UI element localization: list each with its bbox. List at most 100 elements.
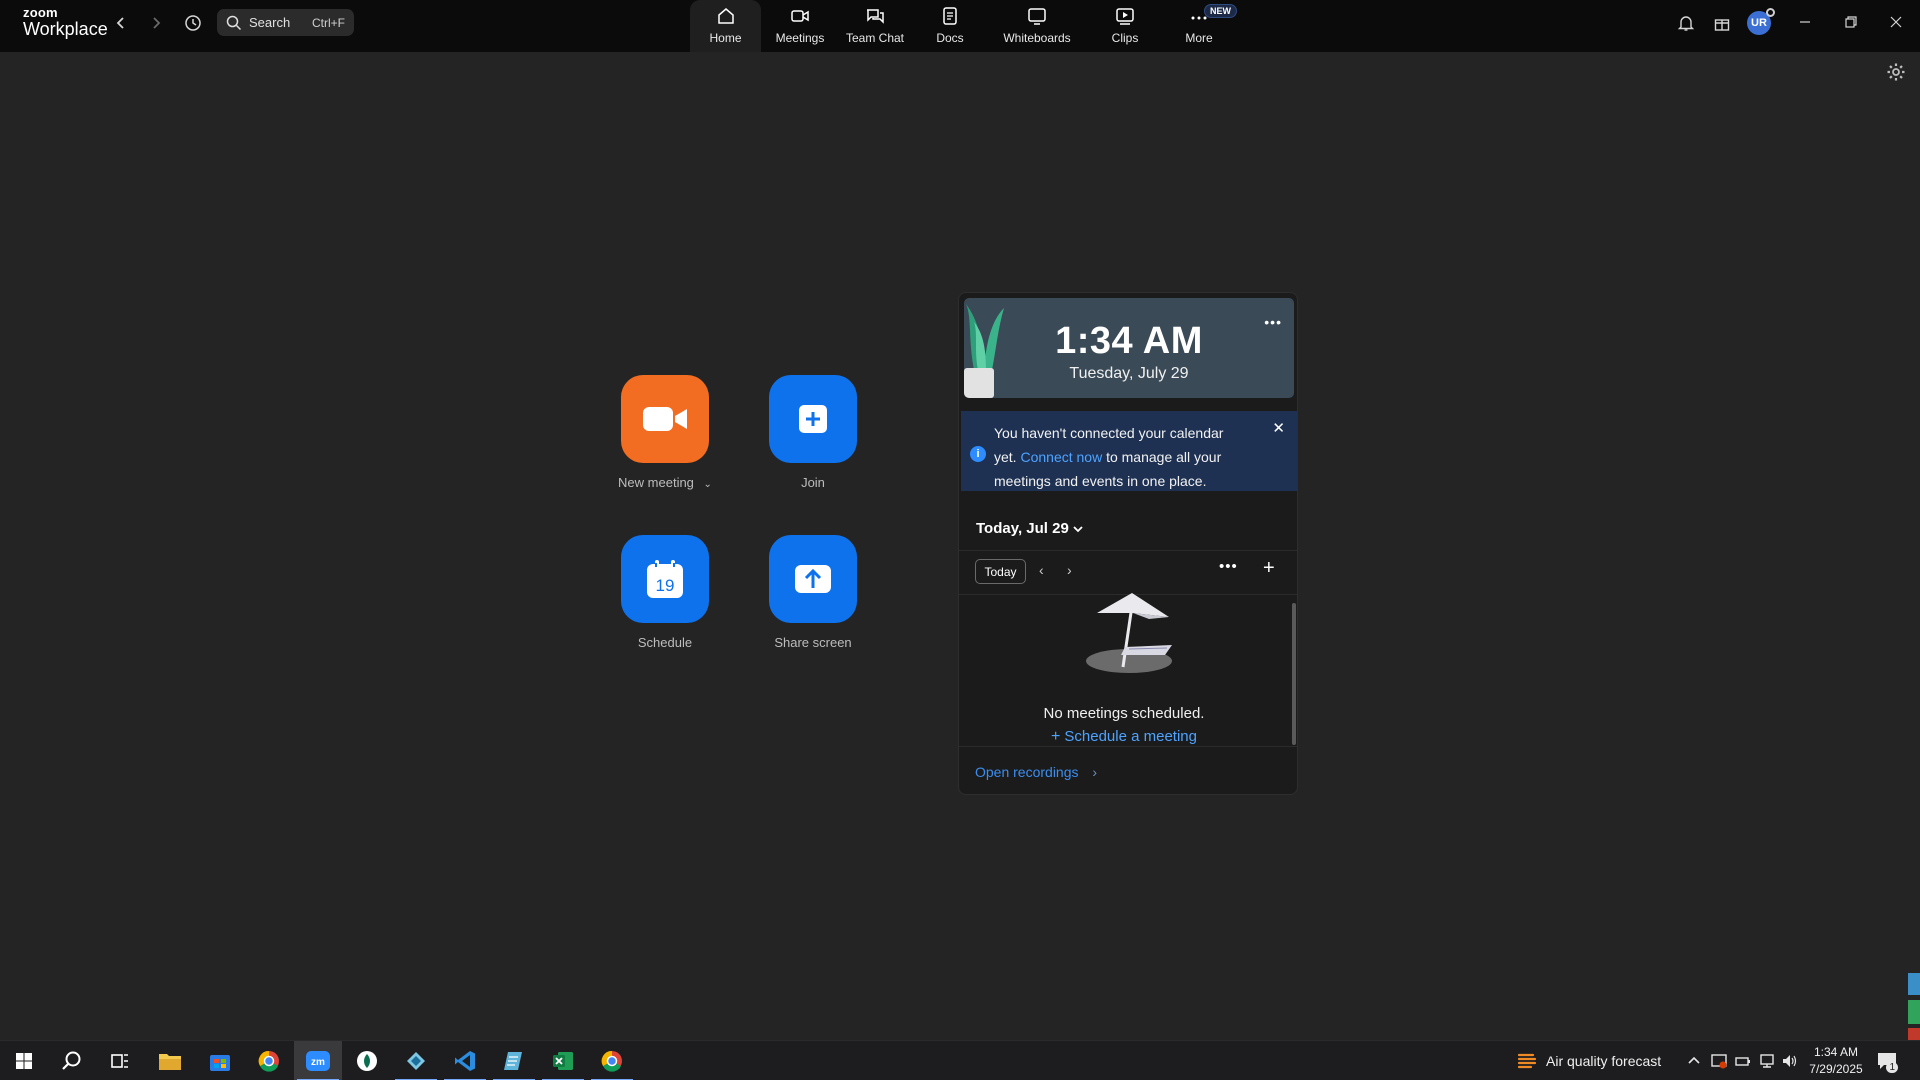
- zoom-taskbar-app[interactable]: zm: [294, 1041, 342, 1080]
- start-button[interactable]: [0, 1041, 48, 1080]
- search-icon: [62, 1051, 81, 1070]
- new-meeting-button[interactable]: [621, 375, 709, 463]
- store-icon: [210, 1055, 230, 1071]
- schedule-button[interactable]: 19: [621, 535, 709, 623]
- tab-clips[interactable]: Clips: [1100, 0, 1150, 52]
- zoom-workplace-logo: zoom Workplace: [23, 5, 108, 39]
- chevron-down-icon[interactable]: ⌄: [704, 479, 712, 490]
- tab-home[interactable]: Home: [690, 0, 761, 52]
- chevron-left-icon[interactable]: ‹: [1039, 562, 1044, 578]
- video-camera-icon: [791, 10, 809, 22]
- chevron-right-icon[interactable]: ›: [1067, 562, 1072, 578]
- diamond-app-icon: [407, 1052, 425, 1070]
- close-button[interactable]: [1876, 10, 1916, 34]
- search-input[interactable]: Search Ctrl+F: [217, 9, 354, 36]
- windows-taskbar: zm Air quality forecast 1:34 AM 7/29/202…: [0, 1040, 1920, 1080]
- network-icon[interactable]: [1758, 1052, 1776, 1070]
- battery-icon[interactable]: [1734, 1052, 1752, 1070]
- tab-whiteboards[interactable]: Whiteboards: [997, 0, 1077, 52]
- today-button[interactable]: Today: [975, 559, 1026, 584]
- day-selector[interactable]: Today, Jul 29: [959, 505, 1297, 551]
- side-widget-green[interactable]: [1908, 1000, 1920, 1024]
- whiteboard-icon: [1028, 8, 1046, 25]
- taskbar-search-button[interactable]: [48, 1041, 96, 1080]
- minimize-button[interactable]: [1785, 10, 1825, 34]
- chrome-profile-taskbar-app[interactable]: [588, 1041, 636, 1080]
- chrome-icon: [601, 1050, 622, 1072]
- store-taskbar-app[interactable]: [196, 1041, 244, 1080]
- windows-logo-icon: [16, 1053, 32, 1069]
- history-icon[interactable]: [180, 10, 206, 36]
- vscode-icon: [455, 1051, 475, 1071]
- avatar[interactable]: UR: [1747, 8, 1775, 35]
- chevron-up-icon[interactable]: [1685, 1052, 1703, 1070]
- day-label: Today, Jul 29: [976, 520, 1069, 537]
- excel-taskbar-app[interactable]: [539, 1041, 587, 1080]
- notes-app-icon: [504, 1052, 522, 1070]
- notification-center-button[interactable]: 1: [1876, 1050, 1898, 1073]
- tab-team-chat[interactable]: Team Chat: [842, 0, 908, 52]
- app-taskbar-item[interactable]: [392, 1041, 440, 1080]
- side-widget-red[interactable]: [1908, 1028, 1920, 1040]
- weather-haze-icon[interactable]: [1516, 1050, 1538, 1072]
- home-icon: [717, 8, 734, 24]
- app-taskbar-item[interactable]: [343, 1041, 391, 1080]
- tab-more[interactable]: More NEW: [1175, 0, 1237, 52]
- clock-date: Tuesday, July 29: [1069, 365, 1189, 382]
- notification-count: 1: [1886, 1062, 1898, 1073]
- chevron-down-icon[interactable]: [1072, 523, 1084, 535]
- bell-icon[interactable]: [1673, 10, 1699, 36]
- connect-now-link[interactable]: Connect now: [1020, 449, 1102, 465]
- empty-meetings-state: No meetings scheduled. + Schedule a meeti…: [959, 593, 1289, 746]
- task-view-icon: [111, 1054, 128, 1068]
- minimize-icon: [1800, 21, 1810, 23]
- restore-button[interactable]: [1831, 10, 1871, 34]
- calendar-panel: 1:34 AM Tuesday, July 29 ••• i You haven…: [958, 292, 1298, 795]
- tab-docs[interactable]: Docs: [927, 0, 973, 52]
- new-meeting-label[interactable]: New meeting ⌄: [585, 475, 745, 490]
- close-icon[interactable]: ✕: [1272, 419, 1285, 437]
- join-button[interactable]: [769, 375, 857, 463]
- zoom-icon: zm: [306, 1051, 330, 1071]
- scrollbar[interactable]: [1292, 603, 1296, 745]
- app-taskbar-item[interactable]: [490, 1041, 538, 1080]
- share-screen-icon: [795, 565, 831, 593]
- schedule-label: Schedule: [637, 635, 693, 650]
- more-options-icon[interactable]: •••: [1264, 314, 1282, 330]
- tab-meetings[interactable]: Meetings: [770, 0, 830, 52]
- security-alert-icon[interactable]: [1710, 1052, 1728, 1070]
- forward-arrow-icon[interactable]: [143, 10, 169, 36]
- open-recordings-row[interactable]: Open recordings ›: [959, 746, 1297, 794]
- new-badge: NEW: [1204, 4, 1237, 18]
- settings-gear-icon[interactable]: [1886, 62, 1906, 82]
- plus-icon: [799, 405, 827, 433]
- document-icon: [943, 7, 957, 25]
- chrome-icon: [258, 1050, 279, 1072]
- video-camera-icon: [643, 407, 687, 431]
- back-arrow-icon[interactable]: [108, 10, 134, 36]
- restore-icon: [1845, 16, 1857, 28]
- search-icon: [226, 15, 242, 30]
- chrome-taskbar-app[interactable]: [245, 1041, 293, 1080]
- file-explorer-taskbar-app[interactable]: [146, 1041, 194, 1080]
- task-view-button[interactable]: [96, 1041, 144, 1080]
- chevron-right-icon: ›: [1092, 764, 1098, 780]
- schedule-meeting-link[interactable]: + Schedule a meeting: [959, 728, 1289, 746]
- weather-widget-text[interactable]: Air quality forecast: [1546, 1053, 1661, 1069]
- excel-icon: [553, 1052, 573, 1070]
- gift-icon[interactable]: [1709, 10, 1735, 36]
- info-icon: i: [970, 446, 986, 462]
- taskbar-clock[interactable]: 1:34 AM 7/29/2025: [1800, 1044, 1872, 1078]
- vscode-taskbar-app[interactable]: [441, 1041, 489, 1080]
- add-icon[interactable]: +: [1263, 557, 1275, 580]
- clips-icon: [1116, 8, 1134, 25]
- close-icon: [1890, 16, 1902, 28]
- title-bar: zoom Workplace Search Ctrl+F Home Meetin…: [0, 0, 1920, 52]
- chat-icon: [867, 9, 884, 24]
- open-recordings-link[interactable]: Open recordings ›: [975, 764, 1097, 780]
- share-screen-button[interactable]: [769, 535, 857, 623]
- volume-icon[interactable]: [1781, 1052, 1799, 1070]
- more-options-icon[interactable]: •••: [1219, 558, 1238, 575]
- side-widget-blue[interactable]: [1908, 973, 1920, 995]
- join-label: Join: [801, 475, 825, 490]
